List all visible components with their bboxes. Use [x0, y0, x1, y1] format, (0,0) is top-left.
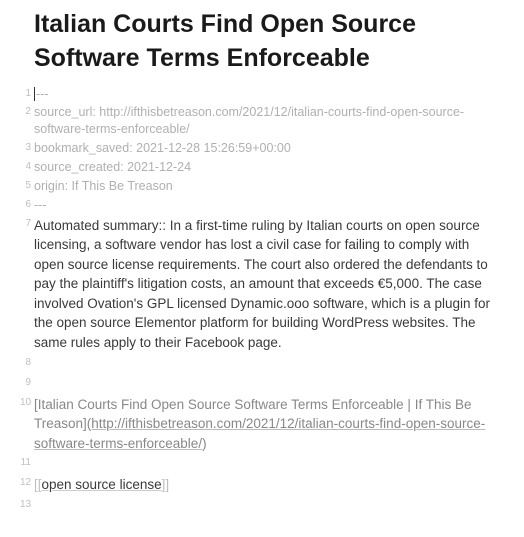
- line-number: 5: [20, 178, 34, 191]
- line-number: 11: [20, 455, 34, 468]
- line-number: 13: [20, 497, 34, 510]
- line-number: 9: [20, 375, 34, 388]
- line-number: 2: [20, 104, 34, 117]
- wikilink-bracket: [[: [34, 477, 42, 492]
- editor-line[interactable]: 4 source_created: 2021-12-24: [20, 159, 504, 176]
- empty-content: [34, 375, 504, 393]
- frontmatter-delim: ---: [34, 197, 504, 214]
- summary-text: Automated summary:: In a first-time ruli…: [34, 216, 504, 353]
- line-number: 4: [20, 159, 34, 172]
- empty-content: [34, 355, 504, 373]
- editor-line[interactable]: 7 Automated summary:: In a first-time ru…: [20, 216, 504, 353]
- wikilink[interactable]: [[open source license]]: [34, 475, 504, 495]
- wikilink-bracket: ]]: [162, 477, 170, 492]
- editor-line[interactable]: 12 [[open source license]]: [20, 475, 504, 495]
- editor-line[interactable]: 5 origin: If This Be Treason: [20, 178, 504, 195]
- link-paren: ): [202, 436, 207, 451]
- editor-line[interactable]: 9: [20, 375, 504, 393]
- empty-content: [34, 497, 504, 515]
- editor-line[interactable]: 3 bookmark_saved: 2021-12-28 15:26:59+00…: [20, 140, 504, 157]
- editor-line[interactable]: 13: [20, 497, 504, 515]
- line-number: 10: [20, 395, 34, 408]
- editor-line[interactable]: 11: [20, 455, 504, 473]
- link-url[interactable]: http://ifthisbetreason.com/2021/12/itali…: [34, 416, 485, 451]
- wikilink-text[interactable]: open source license: [42, 477, 162, 492]
- frontmatter-source-url: source_url: http://ifthisbetreason.com/2…: [34, 104, 504, 138]
- line-number: 1: [20, 86, 34, 99]
- editor-line[interactable]: 8: [20, 355, 504, 373]
- frontmatter-bookmark-saved: bookmark_saved: 2021-12-28 15:26:59+00:0…: [34, 140, 504, 157]
- frontmatter-origin: origin: If This Be Treason: [34, 178, 504, 195]
- text-cursor: [34, 87, 35, 101]
- line-number: 12: [20, 475, 34, 488]
- editor-line[interactable]: 10 [Italian Courts Find Open Source Soft…: [20, 395, 504, 454]
- editor-line[interactable]: 6 ---: [20, 197, 504, 214]
- editor-line[interactable]: 1 ---: [20, 86, 504, 103]
- line-number: 8: [20, 355, 34, 368]
- frontmatter-source-created: source_created: 2021-12-24: [34, 159, 504, 176]
- markdown-link[interactable]: [Italian Courts Find Open Source Softwar…: [34, 395, 504, 454]
- line-number: 7: [20, 216, 34, 229]
- empty-content: [34, 455, 504, 473]
- line-number: 3: [20, 140, 34, 153]
- frontmatter-delim: ---: [34, 86, 504, 103]
- line-number: 6: [20, 197, 34, 210]
- page-title: Italian Courts Find Open Source Software…: [34, 8, 504, 76]
- editor-line[interactable]: 2 source_url: http://ifthisbetreason.com…: [20, 104, 504, 138]
